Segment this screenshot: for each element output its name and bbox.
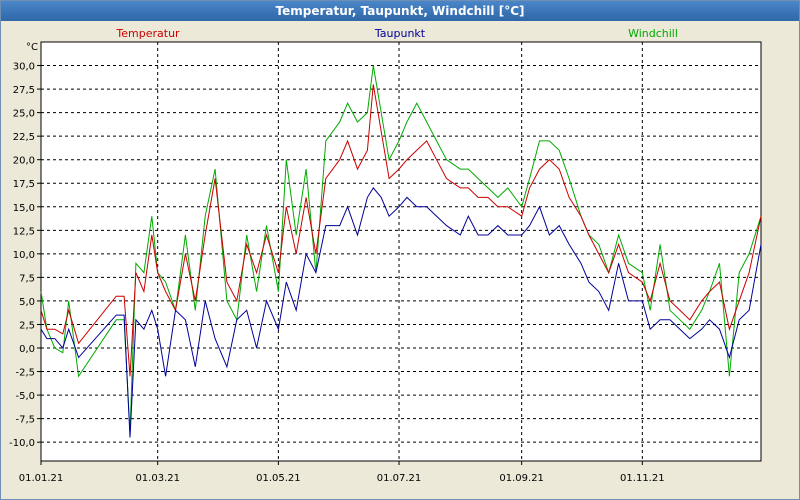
legend-temperatur: Temperatur [115,27,180,40]
y-tick-label: 0,0 [19,344,35,355]
legend-windchill: Windchill [628,27,678,40]
y-tick-label: 17,5 [13,179,35,190]
x-tick-label: 01.01.21 [19,473,64,484]
legend-taupunkt: Taupunkt [374,27,426,40]
line-chart: -10,0 -7,5 -5,0 -2,5 0,0 2,5 5,0 7,5 10,0 12,5 15,… [1,22,799,499]
y-tick-label: 15,0 [13,203,35,214]
y-tick-label: 2,5 [19,320,35,331]
window-title: Temperatur, Taupunkt, Windchill [°C] [1,1,799,21]
x-tick-label: 01.05.21 [256,473,301,484]
chart-window: Temperatur, Taupunkt, Windchill [°C] -10… [0,0,800,500]
y-axis-label: °C [26,42,38,53]
y-tick-label: 27,5 [13,85,35,96]
y-tick-label: 10,0 [13,250,35,261]
y-tick-label: 7,5 [19,273,35,284]
y-tick-label: -2,5 [15,368,35,379]
x-tick-label: 01.11.21 [620,473,665,484]
y-tick-label: -5,0 [15,391,35,402]
y-tick-label: 25,0 [13,109,35,120]
y-tick-label: -7,5 [15,415,35,426]
y-tick-label: 20,0 [13,156,35,167]
x-tick-label: 01.03.21 [135,473,180,484]
y-tick-label: -10,0 [9,438,35,449]
x-tick-label: 01.09.21 [499,473,544,484]
y-tick-label: 12,5 [13,226,35,237]
y-tick-label: 30,0 [13,62,35,73]
y-tick-label: 5,0 [19,297,35,308]
x-tick-label: 01.07.21 [377,473,422,484]
y-tick-label: 22,5 [13,132,35,143]
